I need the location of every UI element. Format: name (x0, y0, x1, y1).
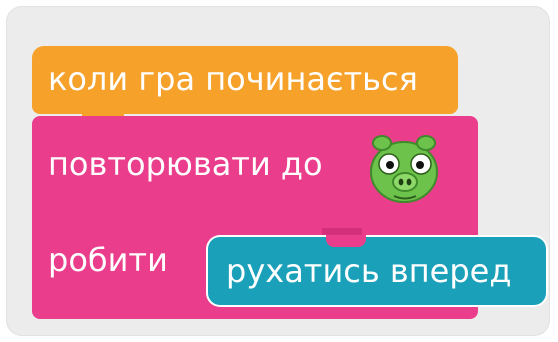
repeat-until-label: повторювати до (48, 145, 323, 183)
move-forward-block[interactable]: рухатись вперед (208, 235, 546, 305)
when-game-starts-block[interactable]: коли гра починається (32, 46, 458, 128)
when-game-starts-label: коли гра починається (48, 60, 418, 98)
move-forward-label: рухатись вперед (226, 252, 512, 290)
code-workspace: коли гра починається повторювати до роби… (6, 6, 550, 336)
do-label: робити (48, 241, 168, 279)
move-block-connector (326, 235, 366, 247)
pig-icon[interactable] (362, 126, 446, 210)
